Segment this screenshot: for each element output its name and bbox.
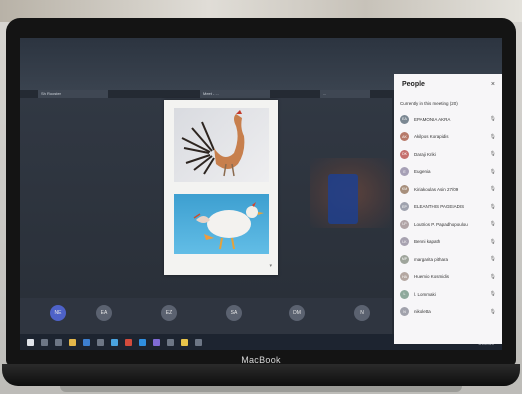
participant-avatar[interactable]: EA [96,305,112,321]
participant-row[interactable]: EA EPAMONIA AKRA 🎙 [400,112,496,126]
chrome-icon[interactable] [181,338,188,346]
microphone-icon[interactable]: 🎙 [490,256,496,262]
search-icon[interactable] [41,338,48,346]
participant-avatar: N [400,307,409,316]
participant-avatar: EP [400,202,409,211]
participant-avatar: L [400,289,409,299]
participant-avatar: KM [400,184,409,194]
participant-name: Kiriakoulas Asin 27/09 [414,186,459,192]
microphone-icon[interactable]: 🎙 [490,116,496,122]
settings-icon[interactable] [167,338,174,346]
participant-row[interactable]: EP ELEANTHIS PAGEIADIS 🎙 [400,200,496,214]
microphone-icon[interactable]: 🎙 [490,186,496,192]
rooster-drawing [181,110,245,177]
microphone-icon[interactable]: 🎙 [490,274,496,280]
participant-avatar: E [400,167,409,176]
microphone-icon[interactable]: 🎙 [490,291,496,297]
browser-tab[interactable]: Sh Rooster [38,90,108,98]
participant-row[interactable]: HA Huemio Kosmidis 🎙 [400,270,496,284]
laptop-base [2,364,520,386]
participant-row[interactable]: LP Loutrios P. Papadhopoulou 🎙 [400,217,496,231]
participant-avatar: AK [400,132,409,141]
participant-avatar[interactable]: DM [289,305,305,321]
start-icon[interactable] [27,338,34,346]
store-icon[interactable] [97,338,104,346]
microphone-icon[interactable]: 🎙 [490,221,496,227]
participant-row[interactable]: MP margarita pithara 🎙 [400,252,496,266]
participant-name: Huemio Kosmidis [414,274,450,279]
shared-screen-document: ▾ [164,100,278,275]
participant-name: Loutrios P. Papadhopoulou [414,221,468,227]
self-avatar[interactable]: NE [50,305,66,321]
people-panel-title: People [402,81,425,88]
mail-icon[interactable] [111,338,118,346]
participant-name: margarita pithara [414,256,449,262]
edge-icon[interactable] [83,338,90,346]
task-view-icon[interactable] [55,338,62,346]
microphone-icon[interactable]: 🎙 [490,309,496,315]
hen-artwork-image [174,194,269,254]
microphone-icon[interactable]: 🎙 [490,151,496,157]
participant-name: Daraji Kriki [414,151,436,157]
office-icon[interactable] [125,338,132,346]
microphone-icon[interactable]: 🎙 [490,134,496,140]
participant-avatar[interactable]: SA [226,305,242,321]
participant-avatar: DK [400,149,409,159]
participant-avatar: HA [400,272,409,281]
browser-tab[interactable]: Meet - ... [200,90,270,98]
participant-name: Benni kapath [414,239,441,244]
participant-avatar[interactable]: N [354,305,370,321]
close-icon[interactable]: × [491,81,495,88]
participant-name: nikoletta [414,309,431,314]
participant-name: Eugenia [414,169,431,174]
laptop-screen: Sh Rooster Meet - ... ... ▾ NE EA EZ SA … [20,38,502,350]
participant-row[interactable]: AK Akilpos Korapidis 🎙 [400,130,496,144]
participant-row[interactable]: Ll. Lommaki 🎙 [400,287,496,301]
participant-name: l. Lommaki [414,291,436,297]
participant-row[interactable]: E Eugenia 🎙 [400,165,496,179]
participant-row[interactable]: DK Daraji Kriki 🎙 [400,147,496,161]
participant-row[interactable]: KM Kiriakoulas Asin 27/09 🎙 [400,182,496,196]
participant-avatar: LK [400,237,409,246]
microphone-icon[interactable]: 🎙 [490,169,496,175]
hen-drawing [193,202,264,250]
participant-avatar: LP [400,219,409,229]
participant-name: EPAMONIA AKRA [414,116,451,122]
microphone-icon[interactable]: 🎙 [490,239,496,245]
participant-name: ELEANTHIS PAGEIADIS [414,204,465,209]
browser-tab[interactable]: ... [320,90,370,98]
participant-name: Akilpos Korapidis [414,134,449,139]
file-explorer-icon[interactable] [69,338,76,346]
participant-row[interactable]: LK Benni kapath 🎙 [400,235,496,249]
rooster-artwork-image [174,108,269,182]
participant-tile-strip [20,298,392,334]
laptop-brand-label: MacBook [241,355,281,365]
laptop-hinge [60,386,462,392]
microphone-icon[interactable]: 🎙 [490,204,496,210]
app-icon[interactable] [195,338,202,346]
people-panel: People × Currently in this meeting (20) … [394,74,502,344]
page-indicator-icon: ▾ [269,263,272,269]
participant-avatar[interactable]: EZ [161,305,177,321]
participant-avatar: MP [400,254,409,264]
phone-reflection [328,174,358,224]
people-panel-subtitle: Currently in this meeting (20) [400,101,458,106]
skype-icon[interactable] [139,338,146,346]
teams-icon[interactable] [153,338,160,346]
participant-row[interactable]: Nnikoletta 🎙 [400,305,496,319]
participant-avatar: EA [400,114,409,124]
